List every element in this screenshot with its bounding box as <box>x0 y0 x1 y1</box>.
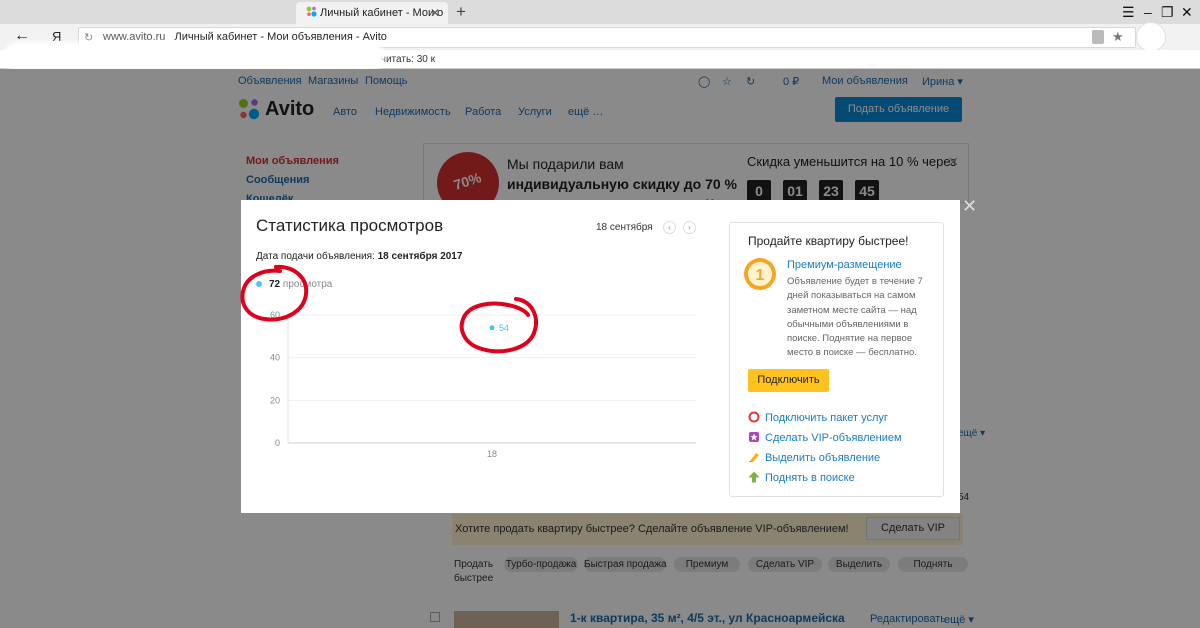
reader-mode-icon[interactable] <box>1092 30 1104 44</box>
profile-avatar[interactable] <box>1136 22 1166 52</box>
redacted-bookmarks <box>4 42 384 72</box>
views-chart: 0 20 40 60 18 54 <box>270 310 696 459</box>
service-raise-link[interactable]: Поднять в поиске <box>748 471 855 484</box>
tab-close-icon[interactable]: ✕ <box>430 2 440 24</box>
new-tab-button[interactable]: + <box>456 1 466 23</box>
pub-date-label: Дата подачи объявления: <box>256 251 375 262</box>
views-legend: 72 просмотра <box>256 279 332 290</box>
pub-date-value: 18 сентября 2017 <box>377 251 463 262</box>
highlight-icon <box>748 451 760 463</box>
tab-bar <box>0 0 1200 24</box>
close-window-icon[interactable]: ✕ <box>1181 2 1193 22</box>
minimize-icon[interactable]: – <box>1144 2 1152 22</box>
modal-close-icon[interactable]: ✕ <box>962 196 977 217</box>
y-tick-label: 0 <box>275 438 280 448</box>
premium-description: Объявление будет в течение 7 дней показы… <box>787 276 923 359</box>
bookmark-star-icon[interactable]: ★ <box>1112 29 1124 45</box>
x-tick-label: 18 <box>487 449 497 459</box>
service-package-link[interactable]: Подключить пакет услуг <box>748 411 888 424</box>
svg-text:1: 1 <box>756 267 765 284</box>
views-label: просмотра <box>282 279 333 290</box>
data-point <box>489 325 495 331</box>
service-vip-link[interactable]: Сделать VIP-объявлением <box>748 431 902 444</box>
connect-button[interactable]: Подключить <box>748 369 829 392</box>
data-label: 54 <box>499 323 509 333</box>
package-icon <box>748 411 760 423</box>
browser-tab[interactable]: Личный кабинет - Мои о <box>296 2 448 24</box>
service-package-label: Подключить пакет услуг <box>765 412 888 424</box>
views-count: 72 <box>269 279 281 290</box>
date-nav-label: 18 сентября <box>596 222 653 233</box>
legend-dot-icon <box>256 281 262 288</box>
up-arrow-icon <box>748 471 760 483</box>
y-tick-label: 40 <box>270 353 280 363</box>
restore-icon[interactable]: ❐ <box>1161 2 1174 22</box>
service-highlight-link[interactable]: Выделить объявление <box>748 451 880 464</box>
service-raise-label: Поднять в поиске <box>765 472 855 484</box>
service-vip-label: Сделать VIP-объявлением <box>765 432 902 444</box>
tab-title: Личный кабинет - Мои о <box>320 7 444 19</box>
y-tick-label: 60 <box>270 310 280 320</box>
publication-date: Дата подачи объявления: 18 сентября 2017 <box>256 251 462 262</box>
modal-title: Статистика просмотров <box>256 216 444 235</box>
date-prev-icon[interactable]: ‹ <box>663 221 676 234</box>
date-next-icon[interactable]: › <box>683 221 696 234</box>
avito-favicon-icon <box>306 6 317 17</box>
vip-icon <box>748 431 760 443</box>
y-tick-label: 20 <box>270 395 280 405</box>
premium-placement-link[interactable]: Премиум-размещение <box>787 259 902 271</box>
menu-icon[interactable]: ☰ <box>1122 2 1135 22</box>
service-highlight-label: Выделить объявление <box>765 452 881 464</box>
sell-faster-title: Продайте квартиру быстрее! <box>748 234 909 248</box>
first-place-medal-icon: 1 <box>744 258 776 290</box>
